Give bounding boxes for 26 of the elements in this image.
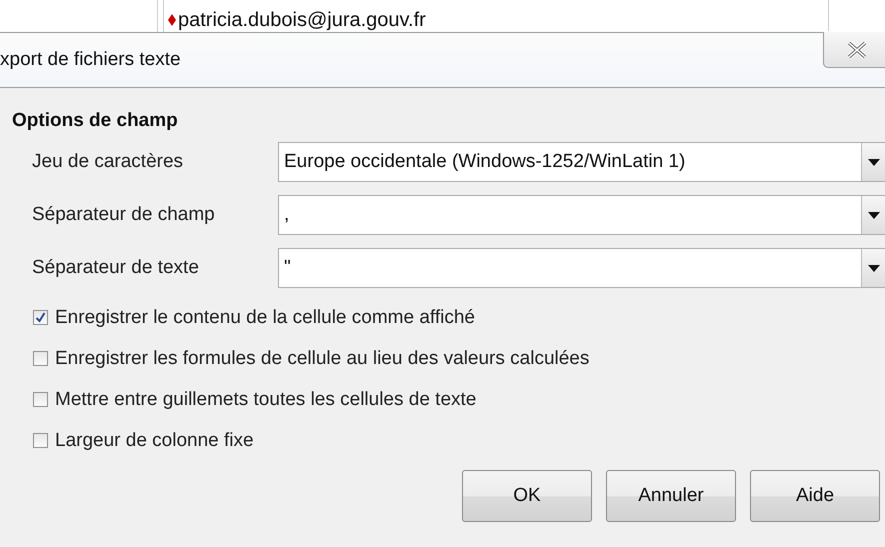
cell-text: patricia.dubois@jura.gouv.fr bbox=[178, 9, 426, 31]
dropdown-field[interactable]: " bbox=[278, 248, 885, 288]
checkbox[interactable] bbox=[33, 392, 48, 407]
close-icon bbox=[846, 40, 868, 58]
checkbox[interactable] bbox=[33, 310, 48, 325]
dropdown-field[interactable]: Europe occidentale (Windows-1252/WinLatin 1) bbox=[278, 142, 885, 182]
dialog-button[interactable]: OK bbox=[462, 470, 592, 522]
dropdown-field[interactable]: , bbox=[278, 195, 885, 235]
section-title: Options de champ bbox=[12, 110, 179, 132]
checkbox-label[interactable]: Enregistrer le contenu de la cellule comme affiché bbox=[55, 306, 475, 328]
checkbox[interactable] bbox=[33, 351, 48, 366]
field-label: Jeu de caractères bbox=[32, 151, 184, 173]
checkbox-label[interactable]: Enregistrer les formules de cellule au lieu des valeurs calculées bbox=[55, 348, 590, 370]
checkbox-label[interactable]: Mettre entre guillemets toutes les cellules de texte bbox=[55, 388, 476, 410]
dropdown-arrow-icon bbox=[868, 264, 880, 272]
dropdown-arrow-icon bbox=[868, 158, 880, 166]
checkbox-label[interactable]: Largeur de colonne fixe bbox=[55, 430, 254, 452]
checkbox[interactable] bbox=[33, 433, 48, 448]
field-label: Séparateur de champ bbox=[32, 204, 216, 226]
dropdown-arrow-icon bbox=[868, 212, 880, 218]
window-title: xport de fichiers texte bbox=[0, 49, 181, 71]
cell-marker-icon bbox=[168, 14, 176, 26]
field-label: Séparateur de texte bbox=[32, 257, 200, 279]
close-button[interactable] bbox=[823, 32, 885, 68]
dialog-button[interactable]: Annuler bbox=[606, 470, 736, 522]
dialog-button[interactable]: Aide bbox=[750, 470, 880, 522]
